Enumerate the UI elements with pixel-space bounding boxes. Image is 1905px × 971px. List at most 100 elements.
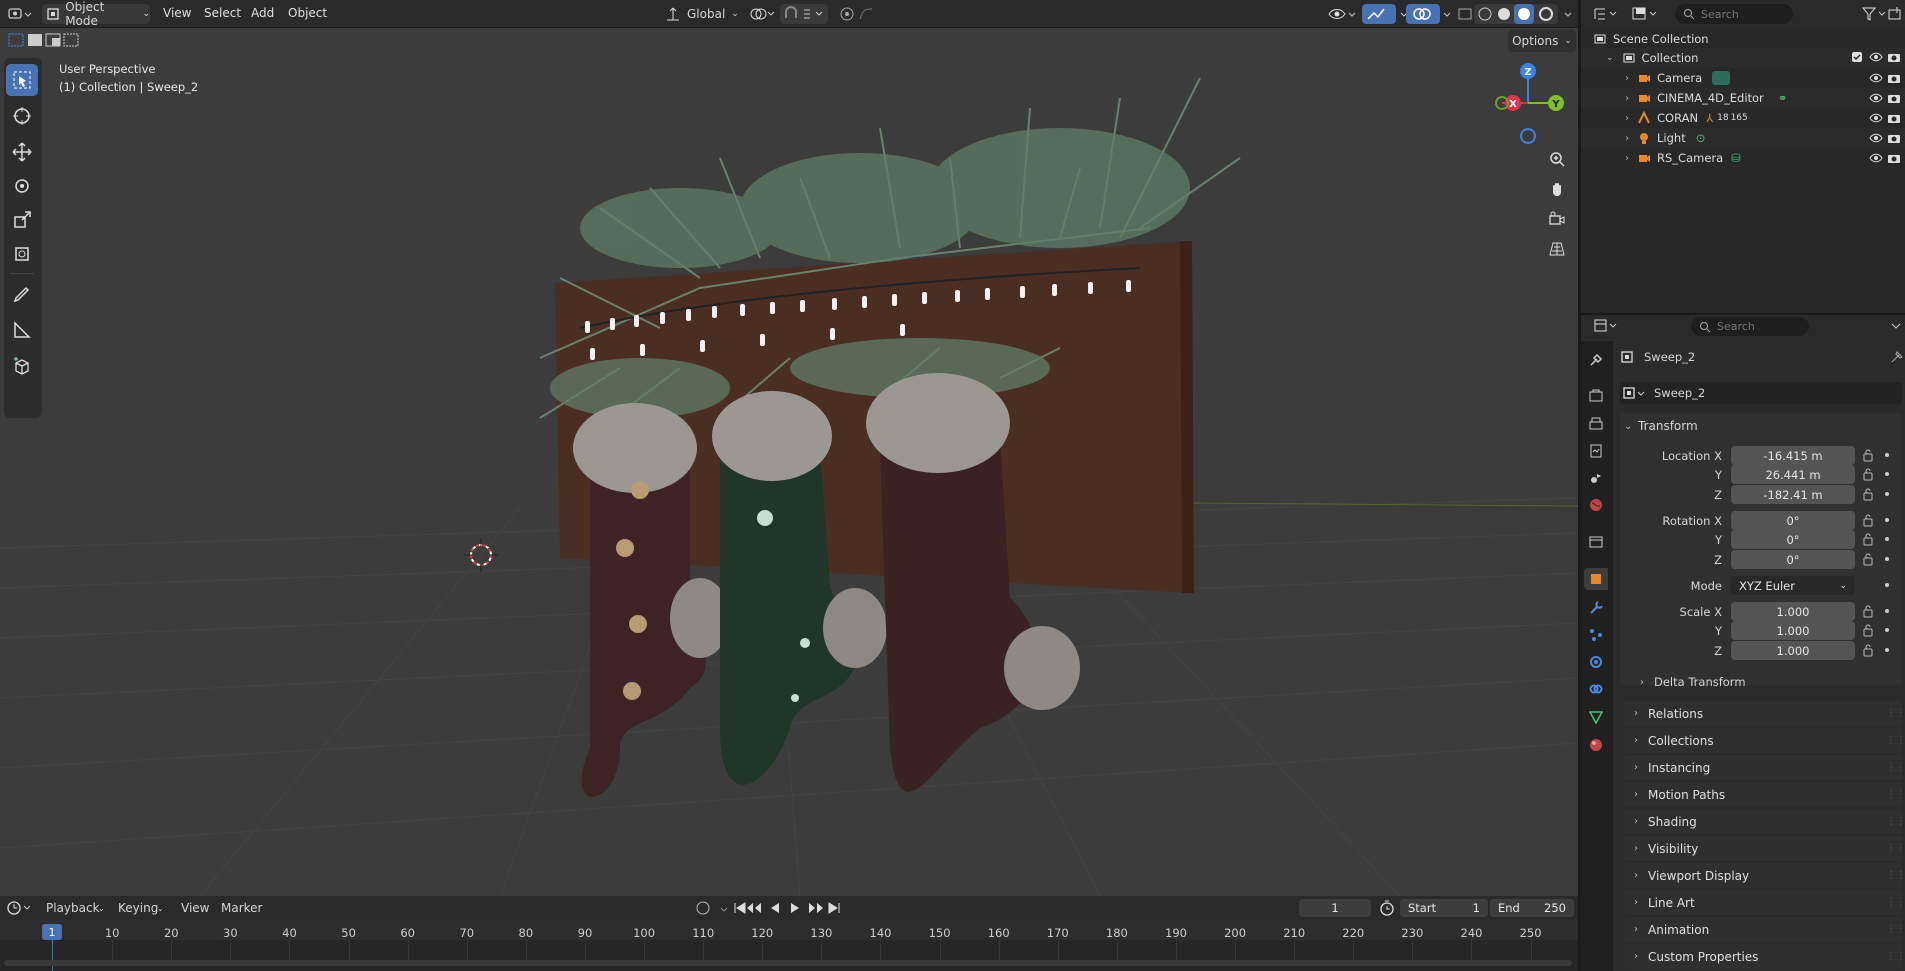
eye-icon[interactable]	[1869, 132, 1883, 144]
exclude-checkbox[interactable]	[1851, 51, 1863, 63]
keyframe-dot-icon[interactable]	[1885, 492, 1889, 496]
pin-icon[interactable]	[1890, 350, 1904, 364]
keyframe-dot-icon[interactable]	[1885, 537, 1889, 541]
keyframe-dot-icon[interactable]	[1885, 518, 1889, 522]
render-camera-icon[interactable]	[1887, 112, 1901, 124]
timeline-scrollbar[interactable]	[4, 960, 1572, 966]
render-camera-icon[interactable]	[1887, 72, 1901, 84]
overlays-dropdown[interactable]	[1441, 4, 1455, 24]
menu-select[interactable]: Select	[204, 6, 241, 20]
location-y-field[interactable]: 26.441 m	[1731, 465, 1855, 484]
scale-x-field[interactable]: 1.000	[1731, 602, 1855, 621]
render-camera-icon[interactable]	[1887, 152, 1901, 164]
rotation-y-field[interactable]: 0°	[1731, 530, 1855, 549]
panel-collections[interactable]: › Collections ⋮⋮	[1624, 728, 1905, 753]
chevron-right-icon[interactable]: ›	[1625, 93, 1629, 104]
drag-handle-icon[interactable]: ⋮⋮	[1886, 816, 1905, 827]
outliner-row-cinema-4d-editor[interactable]: › CINEMA_4D_Editor ⚭	[1581, 88, 1905, 108]
drag-handle-icon[interactable]: ⋮⋮	[1886, 870, 1905, 881]
collection-tab-icon[interactable]	[1584, 531, 1608, 553]
panel-line-art[interactable]: › Line Art ⋮⋮	[1624, 890, 1905, 915]
panel-motion-paths[interactable]: › Motion Paths ⋮⋮	[1624, 782, 1905, 807]
scale-y-field[interactable]: 1.000	[1731, 621, 1855, 640]
shading-modes[interactable]	[1474, 4, 1558, 24]
panel-relations[interactable]: › Relations ⋮⋮	[1624, 701, 1905, 726]
outliner-row-light[interactable]: › Light ⊙	[1581, 128, 1905, 148]
annotate-tool-icon[interactable]	[6, 278, 38, 310]
delta-transform-subpanel[interactable]: › Delta Transform	[1640, 672, 1746, 692]
eye-icon[interactable]	[1869, 51, 1883, 63]
transform-tool-icon[interactable]	[6, 238, 38, 270]
lock-icon[interactable]	[1861, 448, 1875, 462]
chevron-right-icon[interactable]: ›	[1625, 153, 1629, 164]
outliner-search-input[interactable]: Search	[1675, 4, 1793, 24]
panel-shading[interactable]: › Shading ⋮⋮	[1624, 809, 1905, 834]
panel-viewport-display[interactable]: › Viewport Display ⋮⋮	[1624, 863, 1905, 888]
lock-icon[interactable]	[1861, 623, 1875, 637]
navigation-gizmo[interactable]: Z Y X	[1488, 58, 1568, 148]
menu-add[interactable]: Add	[251, 6, 274, 20]
3d-viewport[interactable]: User Perspective (1) Collection | Sweep_…	[0, 28, 1578, 896]
keyframe-dot-icon[interactable]	[1885, 557, 1889, 561]
location-x-field[interactable]: -16.415 m	[1731, 446, 1855, 465]
rotation-z-field[interactable]: 0°	[1731, 550, 1855, 569]
cursor-tool-icon[interactable]	[6, 100, 38, 132]
scale-z-field[interactable]: 1.000	[1731, 641, 1855, 660]
location-z-field[interactable]: -182.41 m	[1731, 485, 1855, 504]
add-cube-tool-icon[interactable]	[6, 350, 38, 382]
render-camera-icon[interactable]	[1887, 92, 1901, 104]
view-layer-tab-icon[interactable]	[1584, 440, 1608, 462]
pan-view-icon[interactable]	[1544, 176, 1570, 202]
constraints-tab-icon[interactable]	[1584, 678, 1608, 700]
chevron-down-icon[interactable]	[1889, 319, 1903, 333]
properties-search-input[interactable]: Search	[1691, 317, 1809, 336]
drag-handle-icon[interactable]: ⋮⋮	[1886, 789, 1905, 800]
outliner-row-scene-collection[interactable]: Scene Collection	[1581, 29, 1905, 49]
filter-icon[interactable]	[1861, 6, 1889, 22]
outliner-row-collection[interactable]: ⌄ Collection	[1581, 48, 1905, 68]
outliner-row-coran[interactable]: › CORAN ⅄ 18 165	[1581, 108, 1905, 128]
xray-toggle[interactable]	[1455, 4, 1475, 24]
eye-icon[interactable]	[1869, 72, 1883, 84]
keyframe-dot-icon[interactable]	[1885, 628, 1889, 632]
datablock-selector[interactable]: Sweep_2	[1620, 382, 1902, 404]
outliner-row-camera[interactable]: › Camera	[1581, 68, 1905, 88]
drag-handle-icon[interactable]: ⋮⋮	[1886, 843, 1905, 854]
panel-instancing[interactable]: › Instancing ⋮⋮	[1624, 755, 1905, 780]
scene-tab-icon[interactable]	[1584, 467, 1608, 489]
keyframe-dot-icon[interactable]	[1885, 648, 1889, 652]
chevron-right-icon[interactable]: ›	[1625, 73, 1629, 84]
drag-handle-icon[interactable]: ⋮⋮	[1886, 951, 1905, 962]
perspective-toggle-icon[interactable]	[1544, 236, 1570, 262]
measure-tool-icon[interactable]	[6, 314, 38, 346]
chevron-right-icon[interactable]: ›	[1625, 133, 1629, 144]
eye-icon[interactable]	[1869, 92, 1883, 104]
overlays-toggle[interactable]	[1406, 4, 1440, 24]
camera-view-icon[interactable]	[1544, 206, 1570, 232]
drag-handle-icon[interactable]: ⋮⋮	[1886, 735, 1905, 746]
outliner-editor-type[interactable]	[1593, 6, 1621, 22]
physics-tab-icon[interactable]	[1584, 651, 1608, 673]
eye-icon[interactable]	[1869, 152, 1883, 164]
pivot-point-button[interactable]	[748, 5, 776, 23]
visibility-dropdown[interactable]	[1325, 4, 1359, 24]
select-box-tool-icon[interactable]	[6, 64, 38, 96]
lock-icon[interactable]	[1861, 513, 1875, 527]
drag-handle-icon[interactable]: ⋮⋮	[1886, 708, 1905, 719]
tool-tab-icon[interactable]	[1584, 349, 1608, 371]
gizmo-toggle[interactable]	[1362, 4, 1396, 24]
data-tab-icon[interactable]	[1584, 706, 1608, 728]
render-camera-icon[interactable]	[1887, 51, 1901, 63]
world-tab-icon[interactable]	[1584, 494, 1608, 516]
scale-tool-icon[interactable]	[6, 204, 38, 236]
drag-handle-icon[interactable]: ⋮⋮	[1886, 762, 1905, 773]
object-tab-icon[interactable]	[1584, 568, 1608, 590]
display-mode-dropdown[interactable]	[1631, 5, 1661, 23]
lock-icon[interactable]	[1861, 467, 1875, 481]
keyframe-dot-icon[interactable]	[1885, 609, 1889, 613]
move-tool-icon[interactable]	[6, 136, 38, 168]
rotation-mode-dropdown[interactable]: XYZ Euler ⌄	[1731, 576, 1855, 595]
shading-dropdown[interactable]	[1562, 4, 1576, 24]
lock-icon[interactable]	[1861, 532, 1875, 546]
rotation-x-field[interactable]: 0°	[1731, 511, 1855, 530]
